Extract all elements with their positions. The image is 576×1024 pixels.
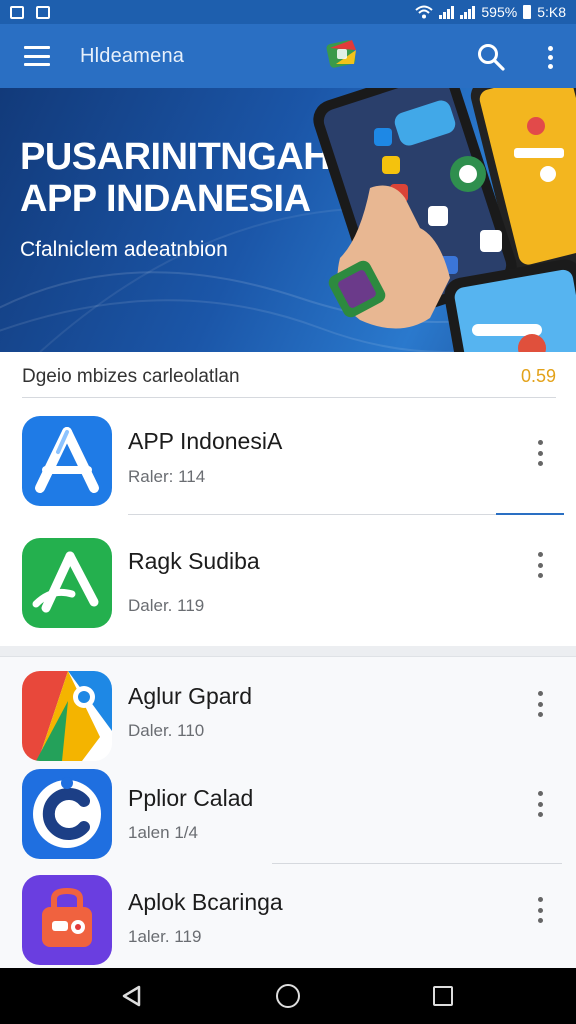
list-item[interactable]: Ragk Sudiba Daler. 119 [0,530,576,640]
row-divider [272,863,562,864]
app-meta: Raler: 114 [128,467,206,486]
app-name: Ragk Sudiba [128,548,260,574]
wifi-icon [415,5,434,19]
drive-triangle-icon [22,671,112,761]
signal-icon [439,5,455,19]
row-divider-accent [496,513,564,515]
green-a-icon [22,538,112,628]
more-vert-icon[interactable] [534,897,546,923]
app-meta: 1alen 1/4 [128,823,198,842]
banner-headline-line1: PUSARINITNGAH [20,136,331,178]
home-icon[interactable] [276,984,300,1008]
screen: 595% 5:K8 Hldeamena PUSARINITNGAH APP IN… [0,0,576,1024]
section-header: Dgeio mbizes carleolatlan 0.59 [0,352,576,398]
briefcase-icon [22,875,112,965]
list-item[interactable]: APP IndonesiA Raler: 114 [0,408,576,518]
app-meta: 1aler. 119 [128,927,202,946]
section-title: Dgeio mbizes carleolatlan [22,366,240,387]
banner-headline-line2: APP INDANESIA [20,178,311,220]
app-list-card-2: Aglur Gpard Daler. 110 Pplior Calad 1ale… [0,656,576,968]
app-logo-icon [326,40,356,68]
more-vert-icon[interactable] [534,691,546,717]
screenshot-notification-icon [36,5,50,19]
section-badge[interactable]: 0.59 [521,366,556,387]
menu-icon[interactable] [24,46,50,66]
app-name: APP IndonesiA [128,428,283,454]
back-icon[interactable] [120,984,144,1008]
c-logo-icon [22,769,112,859]
app-list-card-1: APP IndonesiA Raler: 114 Ragk Sudiba Dal… [0,398,576,646]
app-store-a-icon [22,416,112,506]
status-bar: 595% 5:K8 [0,0,576,24]
more-vert-icon[interactable] [534,552,546,578]
overflow-menu-icon[interactable] [538,42,562,72]
battery-percent: 595% [481,4,518,20]
signal-2-icon [460,5,476,19]
clock: 5:K8 [537,4,566,20]
banner-subtitle: Cfalniclem adeatnbion [20,238,228,261]
app-name: Aglur Gpard [128,683,253,709]
more-vert-icon[interactable] [534,791,546,817]
app-meta: Daler. 119 [128,596,205,615]
app-name: Aplok Bcaringa [128,889,283,915]
list-item[interactable]: Aglur Gpard Daler. 110 [0,669,576,779]
app-meta: Daler. 110 [128,721,205,740]
section-gap [0,646,576,656]
app-name: Pplior Calad [128,785,254,811]
system-nav-bar [0,968,576,1024]
promo-banner[interactable]: PUSARINITNGAH APP INDANESIA Cfalniclem a… [0,88,576,352]
recents-icon[interactable] [433,986,453,1006]
search-icon[interactable] [476,42,506,72]
more-vert-icon[interactable] [534,440,546,466]
app-title: Hldeamena [80,44,185,67]
gallery-notification-icon [10,5,24,19]
battery-icon [523,5,532,19]
app-bar: Hldeamena [0,24,576,88]
banner-headline: PUSARINITNGAH APP INDANESIA [20,136,331,220]
phones-illustration [313,88,576,352]
